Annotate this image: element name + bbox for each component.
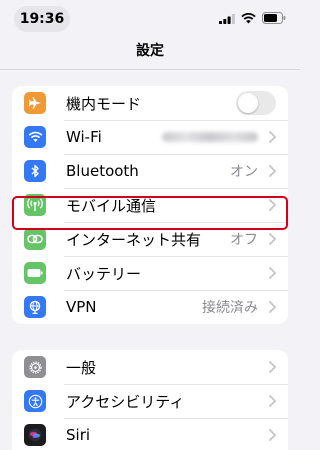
siri-icon [24, 424, 46, 446]
settings-row-personal-hotspot[interactable]: インターネット共有 オフ [12, 222, 288, 256]
settings-row-label: インターネット共有 [66, 230, 202, 249]
settings-row-label: 一般 [66, 358, 97, 377]
accessibility-icon [24, 390, 46, 412]
settings-row-vpn[interactable]: VPN 接続済み [12, 290, 288, 324]
settings-row-label: Siri [66, 426, 91, 444]
chevron-right-icon [269, 361, 276, 373]
settings-row-label: モバイル通信 [66, 196, 157, 215]
wifi-status-icon [241, 12, 256, 23]
settings-group-connectivity: 機内モード Wi-Fi Bluetooth オン モバイル通信 インターネット共… [12, 86, 288, 324]
settings-row-value: オン [230, 164, 258, 180]
settings-row-label: Bluetooth [66, 162, 139, 180]
battery-status-icon [262, 12, 286, 24]
chevron-right-icon [269, 199, 276, 211]
status-time: 19:36 [14, 6, 70, 32]
antenna-icon [24, 194, 46, 216]
airplane-icon [24, 92, 46, 114]
chevron-right-icon [269, 267, 276, 279]
settings-row-bluetooth[interactable]: Bluetooth オン [12, 154, 288, 188]
settings-row-cellular[interactable]: モバイル通信 [12, 188, 288, 222]
settings-row-label: VPN [66, 298, 97, 316]
settings-row-label: バッテリー [66, 264, 142, 283]
signal-icon [219, 13, 235, 24]
status-icons [219, 12, 286, 24]
chevron-right-icon [269, 165, 276, 177]
settings-group-general: 一般 アクセシビリティ Siri [12, 350, 288, 450]
chevron-right-icon [269, 301, 276, 313]
chevron-right-icon [269, 429, 276, 441]
gear-icon [24, 356, 46, 378]
settings-row-battery[interactable]: バッテリー [12, 256, 288, 290]
link-icon [24, 228, 46, 250]
settings-row-siri[interactable]: Siri [12, 418, 288, 450]
page-title: 設定 [136, 43, 164, 59]
settings-row-accessibility[interactable]: アクセシビリティ [12, 384, 288, 418]
settings-row-label: アクセシビリティ [66, 392, 185, 411]
wifi-icon [24, 126, 46, 148]
wifi-network-name-obscured [162, 132, 258, 142]
settings-row-general[interactable]: 一般 [12, 350, 288, 384]
settings-row-value: オフ [230, 232, 258, 248]
settings-row-wifi[interactable]: Wi-Fi [12, 120, 288, 154]
settings-row-label: Wi-Fi [66, 128, 102, 146]
settings-row-airplane-mode[interactable]: 機内モード [12, 86, 288, 120]
globe-icon [24, 296, 46, 318]
chevron-right-icon [269, 233, 276, 245]
battery-icon [24, 262, 46, 284]
settings-row-value: 接続済み [202, 300, 258, 316]
status-bar: 19:36 [0, 0, 300, 36]
chevron-right-icon [269, 395, 276, 407]
airplane-mode-toggle[interactable] [236, 91, 276, 115]
chevron-right-icon [269, 131, 276, 143]
settings-row-label: 機内モード [66, 94, 142, 113]
nav-divider [0, 69, 300, 70]
toggle-knob [238, 93, 258, 113]
bluetooth-icon [24, 160, 46, 182]
